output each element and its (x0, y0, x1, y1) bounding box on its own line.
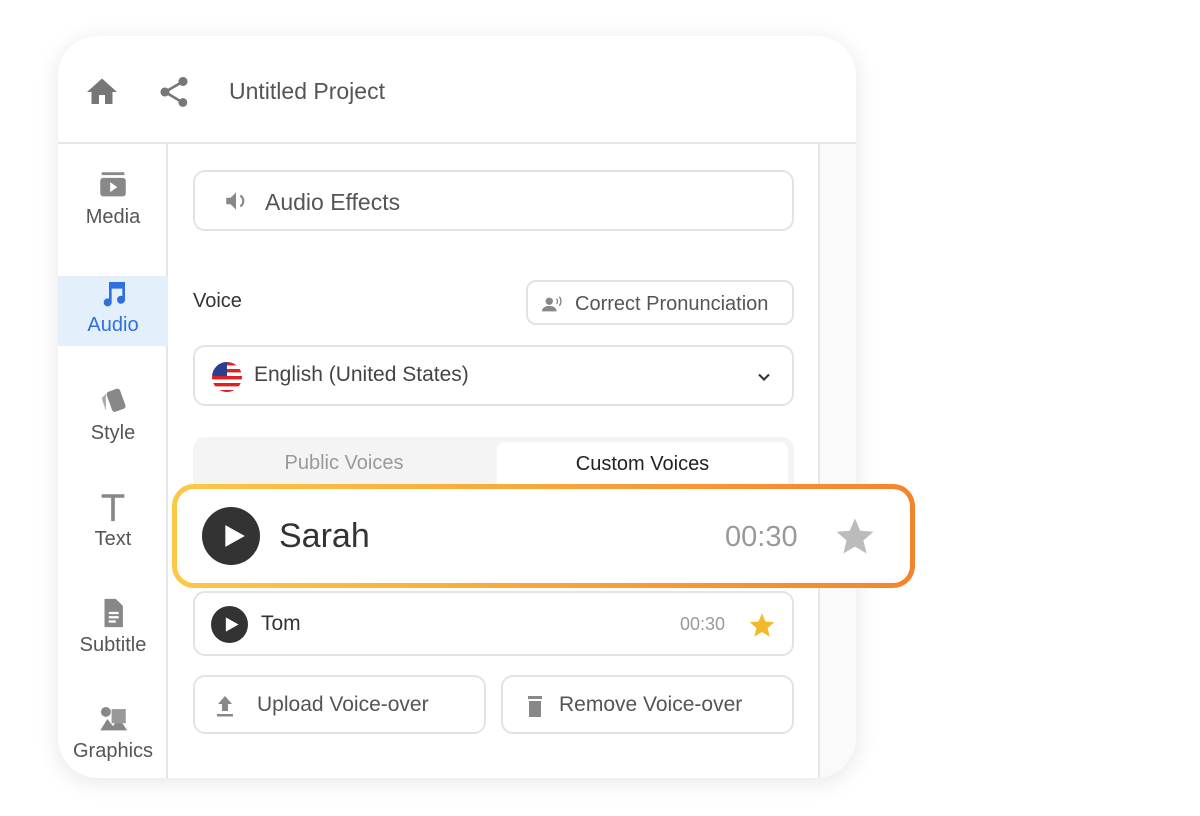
sidebar-item-media[interactable]: Media (58, 168, 168, 238)
share-icon[interactable] (156, 74, 192, 110)
upload-voice-over-button[interactable]: Upload Voice-over (193, 675, 486, 734)
sidebar-item-label: Subtitle (79, 634, 147, 656)
trash-icon (528, 696, 542, 717)
star-outline-icon[interactable] (833, 515, 877, 557)
sidebar-item-text[interactable]: Text (58, 490, 168, 560)
audio-effects-button[interactable]: Audio Effects (193, 170, 794, 231)
audio-effects-label: Audio Effects (265, 189, 401, 215)
play-button[interactable] (202, 507, 260, 565)
upload-icon (217, 696, 233, 717)
media-icon (100, 172, 126, 197)
speaking-person-icon (541, 296, 562, 312)
speaker-icon (226, 192, 245, 210)
sidebar-item-label: Text (94, 528, 132, 550)
music-note-icon (103, 282, 126, 307)
upload-label: Upload Voice-over (257, 693, 429, 716)
correct-pronunciation-button[interactable]: Correct Pronunciation (526, 280, 794, 325)
voice-name: Tom (261, 612, 301, 635)
correct-pronunciation-label: Correct Pronunciation (575, 293, 769, 315)
remove-voice-over-button[interactable]: Remove Voice-over (501, 675, 794, 734)
remove-label: Remove Voice-over (559, 693, 743, 716)
tab-public-voices[interactable]: Public Voices (193, 437, 495, 489)
chevron-down-icon (758, 373, 770, 381)
sidebar-item-label: Graphics (72, 740, 154, 762)
editor-panel: Untitled Project Media Audio Style Text … (58, 36, 856, 778)
sidebar-item-style[interactable]: Style (58, 384, 168, 454)
language-value: English (United States) (254, 363, 469, 386)
play-icon (225, 617, 239, 632)
voice-item-tom[interactable]: Tom 00:30 (193, 591, 794, 656)
tab-custom-voices[interactable]: Custom Voices (497, 442, 788, 489)
home-icon[interactable] (84, 74, 120, 110)
voice-label: Voice (193, 290, 242, 312)
voice-duration: 00:30 (680, 614, 726, 634)
sidebar-item-graphics[interactable]: Graphics (58, 702, 168, 772)
document-icon (104, 598, 123, 628)
voice-item-sarah[interactable]: Sarah 00:30 (172, 484, 915, 588)
sidebar-item-subtitle[interactable]: Subtitle (58, 596, 168, 666)
text-icon (101, 494, 125, 522)
sidebar-item-audio[interactable]: Audio (58, 276, 168, 346)
play-button[interactable] (211, 606, 248, 643)
sidebar-item-label: Media (85, 206, 141, 228)
header: Untitled Project (58, 36, 856, 144)
sidebar-item-label: Audio (87, 314, 139, 336)
graphics-icon (100, 706, 128, 731)
project-title[interactable]: Untitled Project (229, 78, 385, 105)
style-icon (101, 388, 126, 412)
us-flag-icon (212, 362, 242, 392)
sidebar-item-label: Style (90, 422, 136, 444)
voice-duration: 00:30 (725, 521, 798, 553)
sidebar: Media Audio Style Text Subtitle Graphics (58, 144, 168, 778)
scrollbar[interactable] (818, 144, 856, 778)
voice-name: Sarah (279, 517, 370, 555)
play-icon (225, 525, 245, 547)
language-select[interactable]: English (United States) (193, 345, 794, 406)
star-filled-icon[interactable] (748, 611, 776, 639)
